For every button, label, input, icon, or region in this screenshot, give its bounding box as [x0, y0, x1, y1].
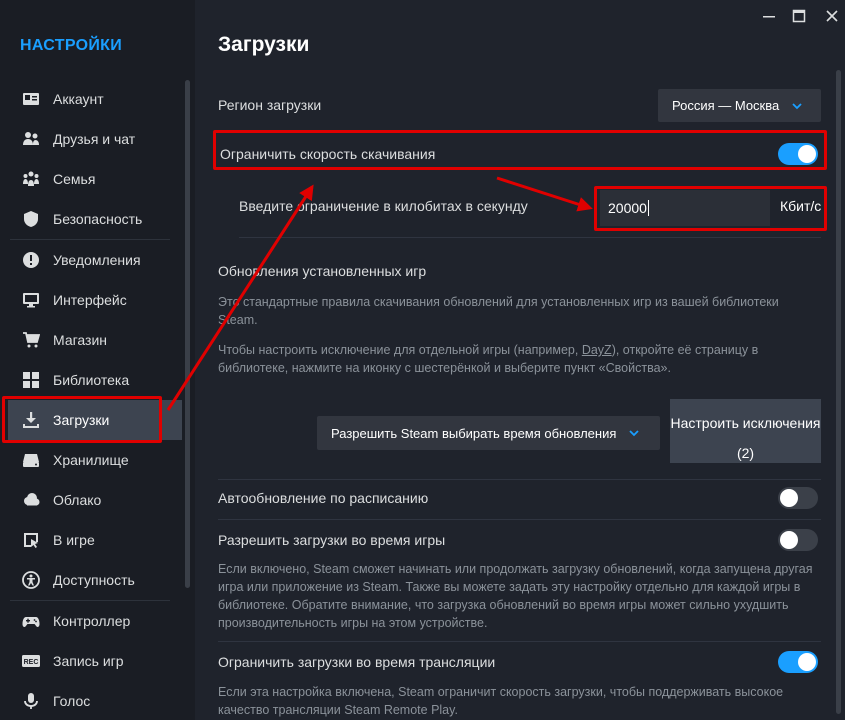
limit-broadcast-description: Если эта настройка включена, Steam огран… [218, 685, 784, 717]
cart-icon [22, 331, 40, 349]
sidebar-item-label: Интерфейс [53, 292, 127, 308]
sidebar-item-label: Уведомления [53, 252, 141, 268]
main-scrollbar[interactable] [836, 70, 841, 714]
region-value: Россия — Москва [672, 98, 780, 113]
chevron-down-icon [792, 102, 802, 109]
auto-update-label: Автообновление по расписанию [218, 490, 429, 506]
highlight-kbit-input [594, 186, 827, 231]
minimize-button[interactable] [759, 6, 779, 26]
close-icon [826, 10, 838, 22]
sidebar-item-security[interactable]: Безопасность [8, 199, 182, 239]
sidebar-item-storage[interactable]: Хранилище [8, 440, 182, 480]
divider [218, 641, 821, 642]
svg-text:REC: REC [24, 659, 39, 666]
sidebar-item-family[interactable]: Семья [8, 159, 182, 199]
sidebar-item-accessibility[interactable]: Доступность [8, 560, 182, 600]
cloud-icon [22, 491, 40, 509]
microphone-icon [22, 692, 40, 710]
toggle-knob [798, 653, 816, 671]
divider [218, 479, 821, 480]
gamepad-icon [22, 612, 40, 630]
sidebar-item-label: В игре [53, 532, 95, 548]
auto-update-toggle[interactable] [778, 487, 818, 509]
library-grid-icon [22, 371, 40, 389]
sidebar-scrollbar[interactable] [185, 80, 190, 588]
updates-exception-description: Чтобы настроить исключение для отдельной… [218, 341, 818, 377]
highlight-limit-speed [213, 130, 827, 170]
limit-broadcast-toggle[interactable] [778, 651, 818, 673]
sidebar-item-label: Голос [53, 693, 91, 709]
sidebar-item-in-game[interactable]: В игре [8, 520, 182, 560]
toggle-knob [780, 531, 798, 549]
toggle-knob [780, 489, 798, 507]
sidebar-item-label: Контроллер [53, 613, 131, 629]
sidebar-item-label: Библиотека [53, 372, 130, 388]
sidebar-item-controller[interactable]: Контроллер [8, 601, 182, 641]
divider [239, 237, 821, 238]
desc-text: Чтобы настроить исключение для отдельной… [218, 343, 582, 357]
allow-during-game-label: Разрешить загрузки во время игры [218, 532, 446, 548]
sidebar: НАСТРОЙКИ Аккаунт Друзья и чат Семья Без… [0, 0, 195, 720]
sidebar-item-label: Аккаунт [53, 91, 104, 107]
sidebar-item-voice[interactable]: Голос [8, 681, 182, 720]
chevron-down-icon [629, 430, 640, 437]
sidebar-item-label: Доступность [53, 572, 135, 588]
sidebar-item-label: Магазин [53, 332, 108, 348]
friends-icon [22, 130, 40, 148]
region-select[interactable]: Россия — Москва [658, 89, 821, 122]
sidebar-title: НАСТРОЙКИ [20, 37, 123, 54]
sidebar-item-friends[interactable]: Друзья и чат [8, 119, 182, 159]
family-icon [22, 170, 40, 188]
sidebar-item-label: Облако [53, 492, 102, 508]
rec-icon: REC [22, 652, 40, 670]
sidebar-item-interface[interactable]: Интерфейс [8, 280, 182, 320]
configure-exceptions-button[interactable]: Настроить исключения (2) [670, 399, 821, 463]
updates-description: Это стандартные правила скачивания обнов… [218, 295, 779, 327]
sidebar-item-label: Безопасность [53, 211, 143, 227]
in-game-icon [22, 531, 40, 549]
sidebar-item-label: Хранилище [53, 452, 129, 468]
sidebar-item-store[interactable]: Магазин [8, 320, 182, 360]
sidebar-item-notifications[interactable]: Уведомления [8, 240, 182, 280]
update-schedule-select[interactable]: Разрешить Steam выбирать время обновлени… [317, 416, 660, 450]
page-title: Загрузки [218, 33, 310, 56]
game-link[interactable]: DayZ [582, 343, 612, 357]
update-schedule-value: Разрешить Steam выбирать время обновлени… [331, 425, 617, 441]
sidebar-item-cloud[interactable]: Облако [8, 480, 182, 520]
sidebar-item-game-recording[interactable]: REC Запись игр [8, 641, 182, 681]
sidebar-item-library[interactable]: Библиотека [8, 360, 182, 400]
monitor-icon [22, 291, 40, 309]
account-card-icon [22, 90, 40, 108]
kbit-limit-label: Введите ограничение в килобитах в секунд… [239, 198, 528, 214]
maximize-icon [792, 9, 806, 23]
notification-icon [22, 251, 40, 269]
allow-during-game-toggle[interactable] [778, 529, 818, 551]
button-label: Настроить исключения [670, 415, 821, 431]
updates-heading: Обновления установленных игр [218, 263, 427, 279]
storage-drive-icon [22, 451, 40, 469]
accessibility-icon [22, 571, 40, 589]
exceptions-count: (2) [736, 445, 755, 461]
shield-icon [22, 210, 40, 228]
minimize-icon [763, 16, 775, 18]
limit-broadcast-label: Ограничить загрузки во время трансляции [218, 654, 496, 670]
allow-during-game-description: Если включено, Steam сможет начинать или… [218, 562, 813, 630]
close-button[interactable] [822, 6, 842, 26]
region-label: Регион загрузки [218, 97, 322, 113]
maximize-button[interactable] [789, 6, 809, 26]
sidebar-item-account[interactable]: Аккаунт [8, 79, 182, 119]
divider [218, 519, 821, 520]
sidebar-item-label: Семья [53, 171, 96, 187]
sidebar-item-label: Друзья и чат [53, 131, 136, 147]
highlight-downloads [2, 396, 162, 443]
sidebar-item-label: Запись игр [53, 653, 124, 669]
